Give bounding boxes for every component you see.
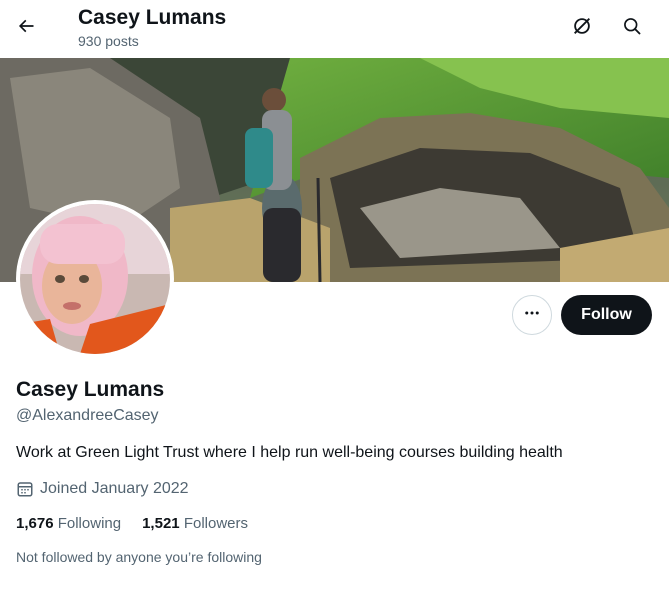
followers-link[interactable]: 1,521 Followers <box>142 514 248 534</box>
following-label: Following <box>57 515 122 532</box>
joined-date: Joined January 2022 <box>16 478 189 500</box>
following-count: 1,676 <box>16 515 54 532</box>
follow-button[interactable]: Follow <box>561 295 652 335</box>
profile-name: Casey Lumans <box>16 378 165 401</box>
header-title: Casey Lumans <box>78 6 227 29</box>
profile-handle: @AlexandreeCasey <box>16 407 159 424</box>
profile-bio: Work at Green Light Trust where I help r… <box>16 444 563 461</box>
search-button[interactable] <box>614 10 650 46</box>
more-options-button[interactable] <box>512 295 552 335</box>
arrow-left-icon <box>16 16 36 41</box>
search-icon <box>622 16 642 41</box>
following-link[interactable]: 1,676 Following <box>16 514 121 534</box>
not-followed-notice: Not followed by anyone you’re following <box>16 549 262 565</box>
post-count: 930 posts <box>78 33 139 49</box>
header-title-block: Casey Lumans 930 posts <box>78 5 226 50</box>
followers-label: Followers <box>183 515 248 532</box>
followers-count: 1,521 <box>142 515 180 532</box>
follow-stats: 1,676 Following 1,521 Followers <box>16 514 269 534</box>
grok-button[interactable] <box>564 10 600 46</box>
avatar[interactable] <box>16 200 174 358</box>
back-button[interactable] <box>8 10 44 46</box>
grok-icon <box>571 15 593 42</box>
profile-header: Casey Lumans 930 posts <box>0 0 669 58</box>
joined-text: Joined January 2022 <box>40 480 189 497</box>
more-horizontal-icon <box>523 304 541 327</box>
calendar-icon <box>16 480 34 498</box>
